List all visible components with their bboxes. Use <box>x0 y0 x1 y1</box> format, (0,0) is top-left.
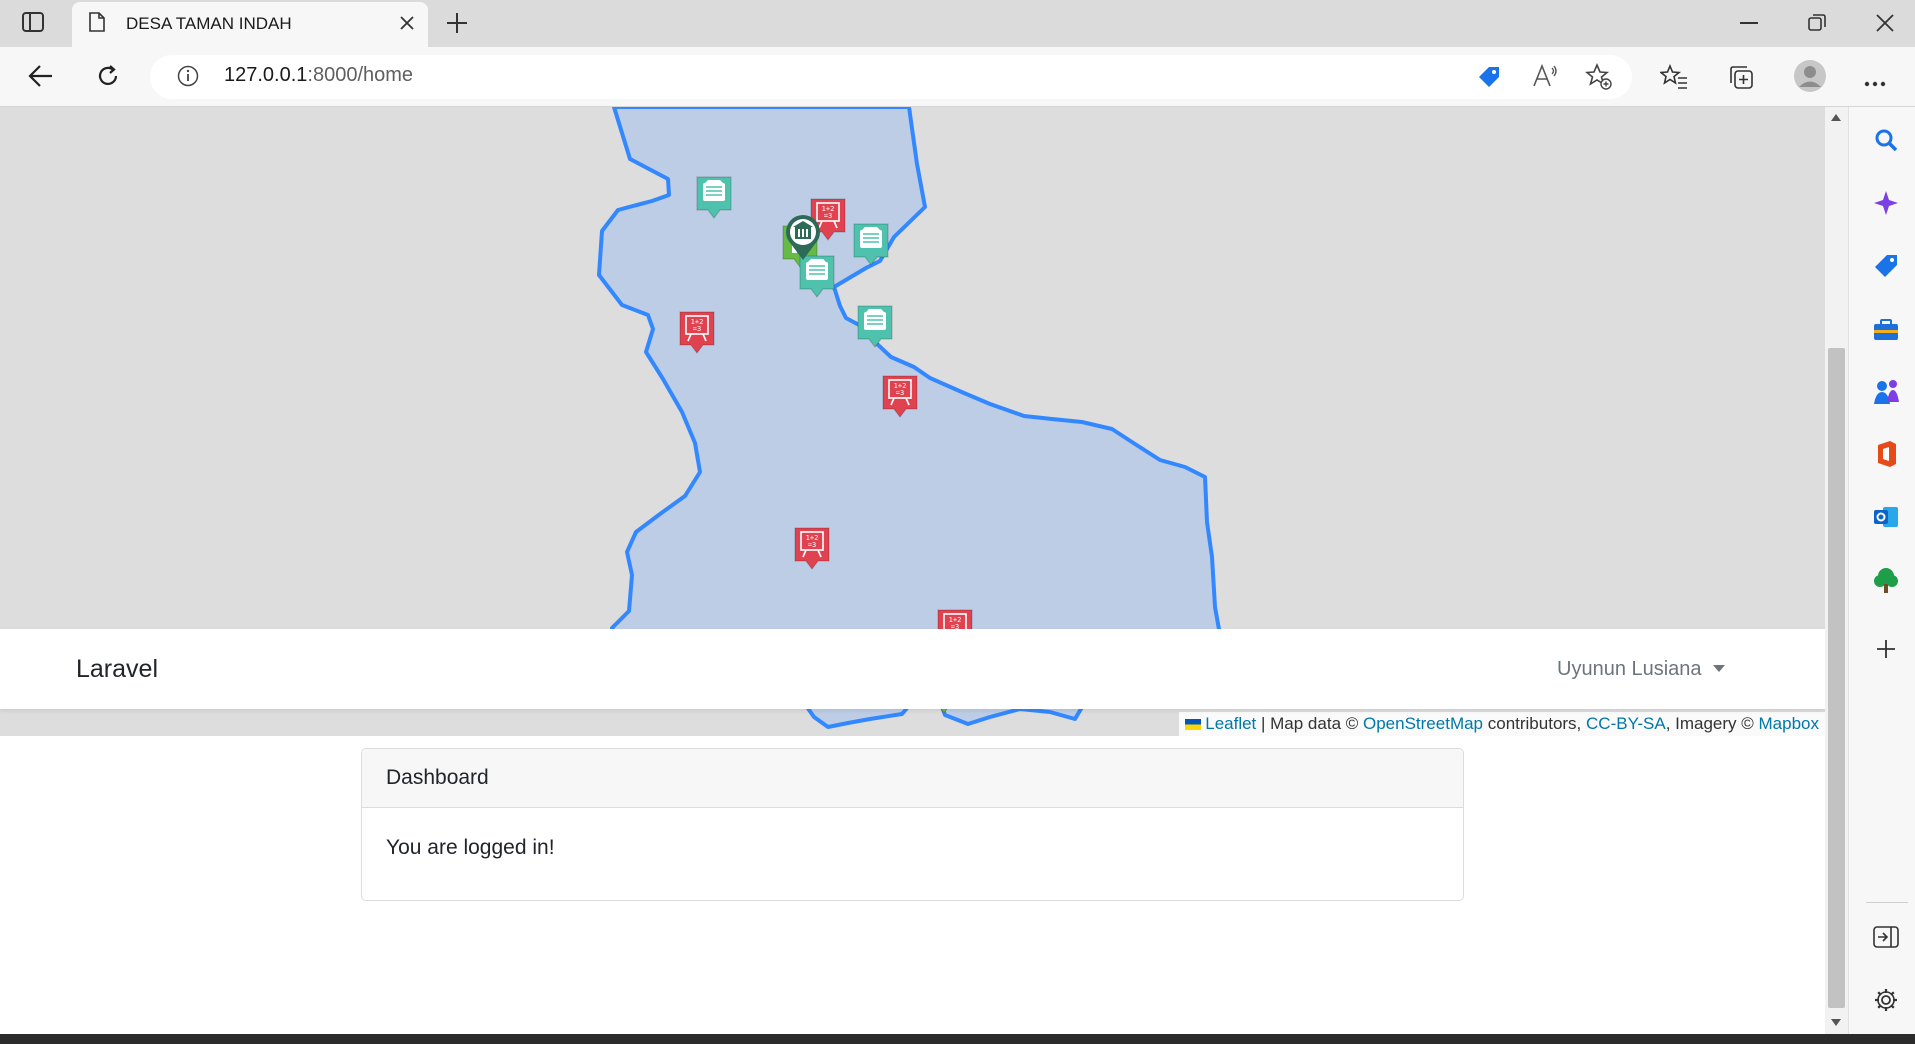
search-icon[interactable] <box>1874 128 1898 152</box>
tab-title: DESA TAMAN INDAH <box>126 14 292 33</box>
outlook-icon[interactable] <box>1873 504 1899 530</box>
office-marker[interactable] <box>851 221 891 269</box>
app-navbar <box>0 629 1825 709</box>
restore-icon[interactable] <box>1808 14 1826 32</box>
add-favorite-icon[interactable] <box>1584 62 1613 91</box>
shopping-tag-icon[interactable] <box>1476 64 1502 90</box>
caret-down-icon <box>1713 665 1726 672</box>
shopping-icon[interactable] <box>1873 253 1899 279</box>
scroll-down-arrow-icon[interactable] <box>1831 1019 1841 1026</box>
government-marker[interactable] <box>783 214 823 262</box>
school-marker[interactable]: 1+2=3 <box>792 525 832 573</box>
collections-icon[interactable] <box>1728 64 1754 90</box>
more-options-icon[interactable] <box>1864 74 1886 87</box>
page-icon <box>89 12 105 32</box>
attribution-text: contributors, <box>1483 714 1587 733</box>
navbar-brand[interactable]: Laravel <box>76 655 158 684</box>
profile-avatar[interactable] <box>1794 60 1826 92</box>
dashboard-card: Dashboard You are logged in! <box>361 748 1464 901</box>
office-icon[interactable] <box>1874 440 1898 468</box>
os-taskbar <box>0 1034 1915 1044</box>
scroll-up-arrow-icon[interactable] <box>1831 114 1841 121</box>
url-path: :8000/home <box>307 64 414 86</box>
url-host: 127.0.0.1 <box>224 64 308 86</box>
back-icon[interactable] <box>28 64 54 88</box>
settings-gear-icon[interactable] <box>1874 988 1898 1012</box>
office-marker[interactable] <box>855 303 895 351</box>
user-name: Uyunun Lusiana <box>1557 658 1702 680</box>
tab-actions-icon[interactable] <box>22 12 44 32</box>
card-body-text: You are logged in! <box>386 836 555 859</box>
read-aloud-icon[interactable] <box>1532 63 1558 88</box>
svg-text:=3: =3 <box>693 325 701 333</box>
school-marker[interactable]: 1+2=3 <box>677 309 717 357</box>
hide-sidebar-icon[interactable] <box>1873 926 1899 948</box>
games-icon[interactable] <box>1872 378 1900 406</box>
card-title: Dashboard <box>386 766 489 789</box>
user-dropdown[interactable]: Uyunun Lusiana <box>1557 658 1726 681</box>
scrollbar-thumb[interactable] <box>1828 348 1845 1008</box>
close-window-icon[interactable] <box>1876 14 1894 32</box>
office-marker[interactable] <box>694 174 734 222</box>
school-marker[interactable]: 1+2=3 <box>880 373 920 421</box>
map-attribution: Leaflet | Map data © OpenStreetMap contr… <box>1178 712 1825 736</box>
tools-icon[interactable] <box>1872 318 1900 342</box>
svg-text:=3: =3 <box>808 541 816 549</box>
sidebar-divider <box>1866 902 1908 903</box>
minimize-icon[interactable] <box>1740 22 1758 24</box>
card-header <box>362 749 1463 808</box>
add-sidebar-app-icon[interactable] <box>1876 639 1896 659</box>
attribution-text: , Imagery © <box>1665 714 1759 733</box>
new-tab-icon[interactable] <box>446 12 468 34</box>
attribution-text: | Map data © <box>1256 714 1363 733</box>
copilot-icon[interactable] <box>1873 190 1899 216</box>
close-tab-icon[interactable] <box>400 16 414 30</box>
mapbox-link[interactable]: Mapbox <box>1759 714 1819 733</box>
site-info-icon[interactable] <box>177 65 199 87</box>
osm-link[interactable]: OpenStreetMap <box>1363 714 1483 733</box>
refresh-icon[interactable] <box>96 64 120 88</box>
leaflet-link[interactable]: Leaflet <box>1205 714 1256 733</box>
url-text[interactable]: 127.0.0.1:8000/home <box>224 64 413 87</box>
ukraine-flag-icon <box>1184 719 1201 730</box>
tree-icon[interactable] <box>1873 566 1899 594</box>
svg-text:=3: =3 <box>896 389 904 397</box>
license-link[interactable]: CC-BY-SA <box>1586 714 1666 733</box>
favorites-icon[interactable] <box>1658 63 1688 90</box>
svg-text:=3: =3 <box>824 212 832 220</box>
